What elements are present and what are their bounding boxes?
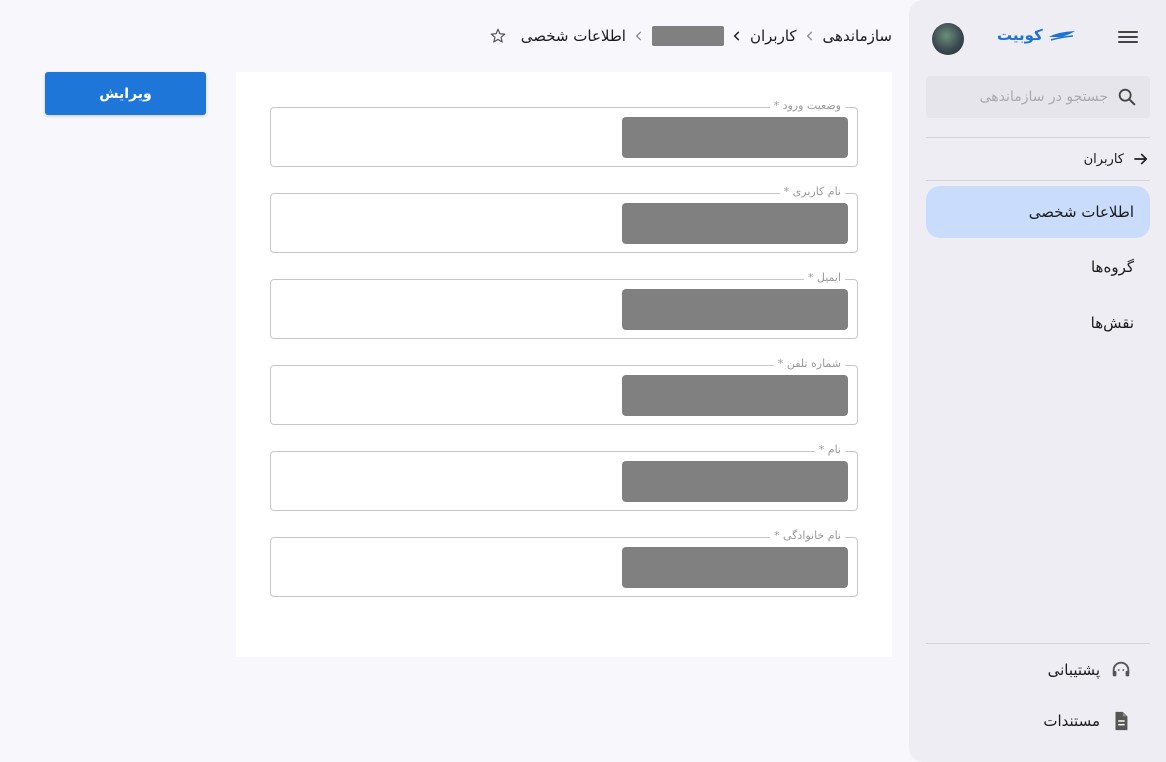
field-label: ایمیل * xyxy=(803,271,845,284)
sidebar-item-personal-info[interactable]: اطلاعات شخصی xyxy=(926,186,1150,238)
menu-icon[interactable] xyxy=(1117,28,1139,46)
sidebar: کوبیت کاربران اطلاعات شخصی گروه‌ها نقش‌ه… xyxy=(909,0,1166,762)
headset-icon xyxy=(1112,661,1130,677)
logo[interactable]: کوبیت xyxy=(997,26,1077,44)
field-label: نام خانوادگی * xyxy=(770,529,845,542)
field-label: نام کاربری * xyxy=(779,185,845,198)
redacted-value xyxy=(622,289,848,330)
redacted-value xyxy=(622,375,848,416)
sidebar-item-label: گروه‌ها xyxy=(1090,258,1134,276)
sidebar-item-label: اطلاعات شخصی xyxy=(1028,203,1134,221)
search-input[interactable] xyxy=(938,89,1108,105)
email-field[interactable]: ایمیل * xyxy=(270,271,858,339)
chevron-left-icon xyxy=(733,31,740,41)
logo-icon xyxy=(1048,31,1075,41)
redacted-value xyxy=(622,203,848,244)
edit-button[interactable]: ویرایش xyxy=(45,72,206,115)
redacted-value xyxy=(622,547,848,588)
document-icon xyxy=(1115,711,1128,731)
sidebar-divider xyxy=(926,137,1150,138)
chevron-left-icon xyxy=(806,31,812,41)
logo-text: کوبیت xyxy=(997,26,1043,44)
docs-link[interactable]: مستندات xyxy=(926,706,1150,736)
breadcrumb: سازماندهی کاربران اطلاعات شخصی xyxy=(470,22,892,50)
sidebar-item-label: نقش‌ها xyxy=(1090,314,1134,332)
phone-field[interactable]: شماره تلفن * xyxy=(270,357,858,425)
support-link[interactable]: پشتیبانی xyxy=(926,655,1150,685)
chevron-left-icon xyxy=(635,31,642,41)
arrow-right-icon xyxy=(1134,153,1148,165)
redacted-value xyxy=(622,117,848,158)
sidebar-divider xyxy=(926,643,1150,644)
avatar[interactable] xyxy=(932,23,964,55)
sidebar-item-groups[interactable]: گروه‌ها xyxy=(926,241,1150,293)
support-label: پشتیبانی xyxy=(1047,661,1100,679)
first-name-field[interactable]: نام * xyxy=(270,443,858,511)
star-icon[interactable] xyxy=(489,27,507,45)
redacted-value xyxy=(622,461,848,502)
breadcrumb-personal-info: اطلاعات شخصی xyxy=(520,27,626,45)
breadcrumb-users[interactable]: کاربران xyxy=(750,27,797,45)
search-icon xyxy=(1118,88,1136,106)
last-name-field[interactable]: نام خانوادگی * xyxy=(270,529,858,597)
personal-info-form: وضعیت ورود * نام کاربری * ایمیل * شماره … xyxy=(236,72,892,657)
username-field[interactable]: نام کاربری * xyxy=(270,185,858,253)
back-to-users[interactable]: کاربران xyxy=(926,146,1150,172)
docs-label: مستندات xyxy=(1043,712,1100,730)
sidebar-header: کوبیت xyxy=(909,20,1166,60)
sidebar-item-roles[interactable]: نقش‌ها xyxy=(926,297,1150,349)
field-label: نام * xyxy=(814,443,845,456)
login-status-field[interactable]: وضعیت ورود * xyxy=(270,99,858,167)
breadcrumb-redacted-user[interactable] xyxy=(651,26,724,46)
breadcrumb-organization[interactable]: سازماندهی xyxy=(823,27,892,45)
field-label: وضعیت ورود * xyxy=(769,99,845,112)
search-box[interactable] xyxy=(926,76,1150,118)
field-label: شماره تلفن * xyxy=(773,357,845,370)
sidebar-divider xyxy=(926,180,1150,181)
back-label: کاربران xyxy=(1083,151,1124,167)
